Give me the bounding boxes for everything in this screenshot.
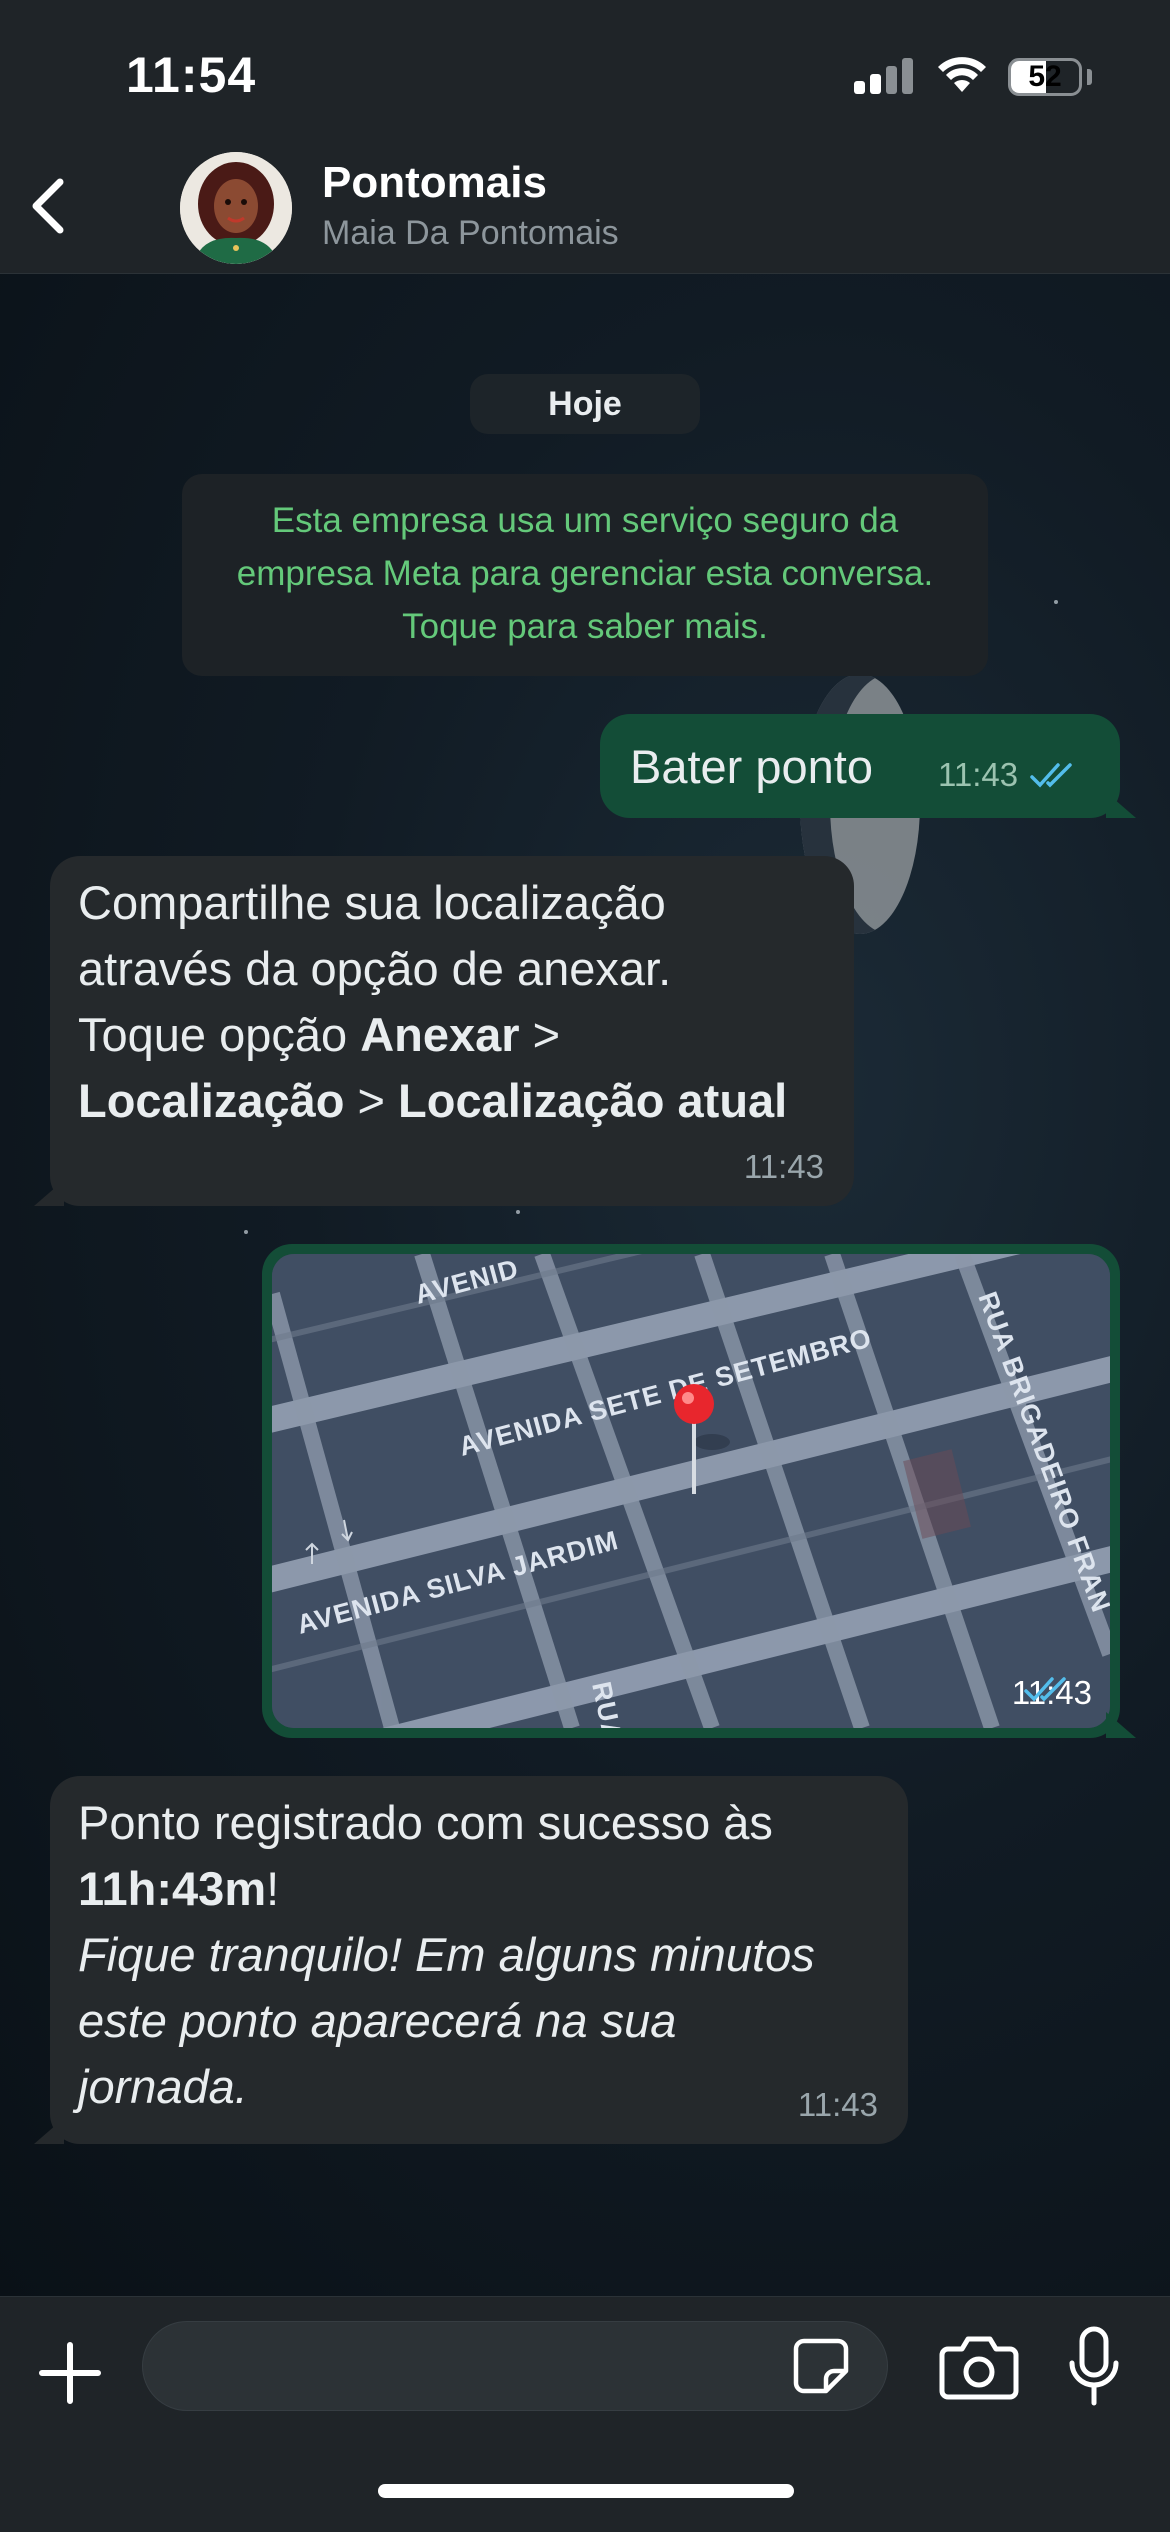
message-fragment: > [519, 1008, 561, 1061]
contact-name[interactable]: Pontomais [322, 158, 547, 208]
message-line: Ponto registrado com sucesso às [78, 1796, 773, 1849]
message-fragment: ! [266, 1862, 280, 1915]
top-bar: 11:54 52 Pontomais Maia Da Pontomais [0, 0, 1170, 274]
plus-icon[interactable] [34, 2337, 106, 2409]
star-decoration [1054, 600, 1058, 604]
message-time: 11:43 [797, 2086, 878, 2123]
message-fragment-bold: 11h:43m [78, 1862, 267, 1915]
battery-tip [1087, 69, 1092, 85]
sticker-icon[interactable] [790, 2335, 852, 2397]
map-graphic: AVENIDA SETE DE SETEMBRO AVENIDA SILVA J… [272, 1254, 1110, 1728]
location-message[interactable]: AVENIDA SETE DE SETEMBRO AVENIDA SILVA J… [262, 1244, 1120, 1738]
date-chip: Hoje [470, 374, 700, 434]
message-fragment: Toque opção [78, 1008, 361, 1061]
bubble-tail [34, 2118, 64, 2144]
message-line: 11h:43m! [78, 1856, 815, 1922]
message-time: 11:43 [938, 756, 1019, 793]
message-fragment-italic: jornada. [78, 2060, 248, 2113]
message-line: Toque opção Anexar > [78, 1002, 787, 1068]
bubble-tail [34, 1180, 64, 1206]
message-text: Ponto registrado com sucesso às 11h:43m!… [78, 1790, 815, 2120]
message-line: Compartilhe sua localização [78, 876, 666, 929]
message-bubble-incoming[interactable]: Compartilhe sua localização através da o… [50, 856, 854, 1206]
message-meta: 11:43 [798, 2086, 878, 2124]
avatar-illustration [180, 152, 292, 264]
read-ticks-icon [1030, 763, 1072, 788]
home-indicator[interactable] [378, 2484, 794, 2498]
battery-indicator: 52 [1008, 58, 1082, 96]
message-text: Bater ponto [630, 740, 874, 793]
message-fragment-bold: Anexar [360, 1008, 520, 1061]
bubble-tail [1106, 1712, 1136, 1738]
message-time: 11:43 [743, 1148, 824, 1185]
message-line: Localização > Localização atual [78, 1068, 787, 1134]
message-fragment-bold: Localização atual [398, 1074, 788, 1127]
message-meta: 11:43 [744, 1148, 824, 1186]
cellular-signal-icon [854, 58, 914, 94]
message-line: jornada. [78, 2054, 815, 2120]
message-fragment: > [344, 1074, 399, 1127]
message-bubble-outgoing[interactable]: Bater ponto 11:43 [600, 714, 1120, 818]
message-fragment-bold: Localização [78, 1074, 345, 1127]
camera-icon[interactable] [938, 2333, 1020, 2401]
microphone-icon[interactable] [1068, 2325, 1120, 2409]
encryption-notice[interactable]: Esta empresa usa um serviço seguro da em… [182, 474, 988, 676]
message-line: Fique tranquilo! Em alguns minutos [78, 1922, 815, 1988]
message-fragment-italic: Fique tranquilo! Em alguns minutos [78, 1928, 815, 1981]
status-time: 11:54 [126, 47, 257, 103]
star-decoration [244, 1230, 248, 1234]
chevron-left-icon [32, 178, 64, 234]
message-text: Compartilhe sua localização através da o… [78, 870, 787, 1134]
message-input[interactable] [142, 2321, 888, 2411]
contact-subtitle[interactable]: Maia Da Pontomais [322, 214, 619, 253]
back-button[interactable] [18, 166, 78, 246]
avatar[interactable] [180, 152, 292, 264]
location-map[interactable]: AVENIDA SETE DE SETEMBRO AVENIDA SILVA J… [272, 1254, 1110, 1728]
read-ticks-icon [1024, 1677, 1066, 1702]
message-line: através da opção de anexar. [78, 942, 672, 995]
message-meta: 11:43 [938, 756, 1078, 794]
message-line: este ponto aparecerá na sua [78, 1988, 815, 2054]
message-meta: 11:43 [1012, 1674, 1092, 1712]
battery-percent: 52 [1028, 60, 1062, 93]
message-fragment-italic: este ponto aparecerá na sua [78, 1994, 677, 2047]
star-decoration [516, 1210, 520, 1214]
wifi-icon [938, 57, 986, 92]
message-bubble-incoming[interactable]: Ponto registrado com sucesso às 11h:43m!… [50, 1776, 908, 2144]
bubble-tail [1106, 792, 1136, 818]
